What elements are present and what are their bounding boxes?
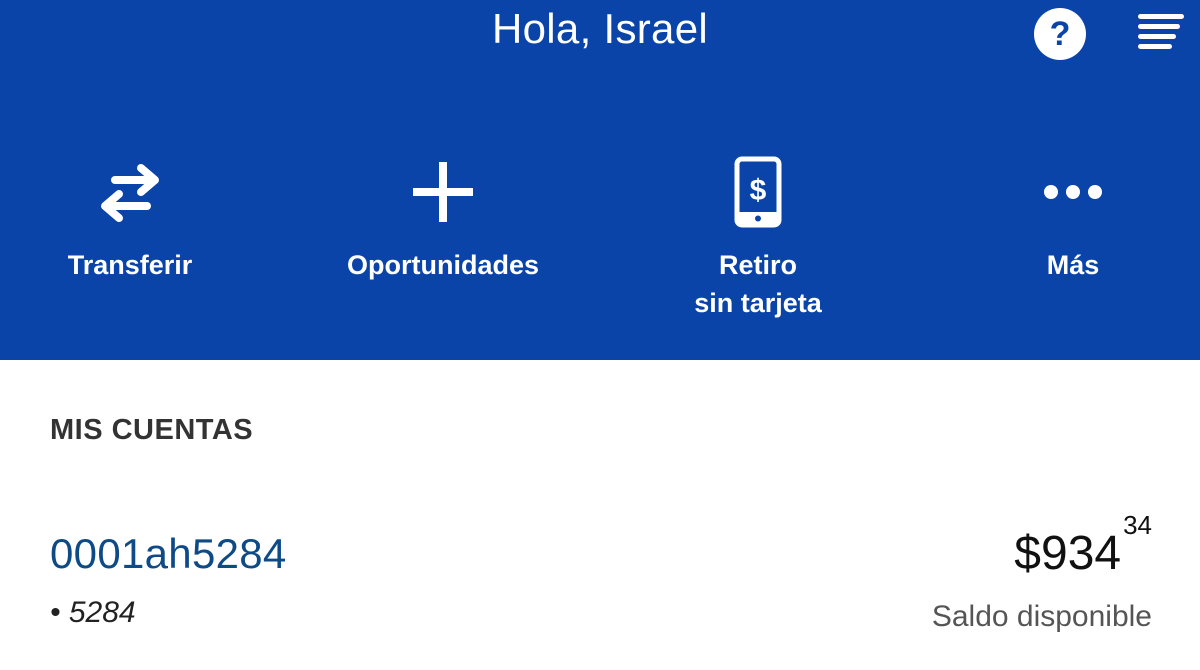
- action-label: Más: [1046, 250, 1100, 280]
- balance-cents: 34: [1123, 510, 1152, 540]
- greeting-title: Hola, Israel: [491, 5, 709, 52]
- action-retiro-sin-tarjeta[interactable]: $ Retiro sin tarjeta: [628, 152, 888, 322]
- action-label: Oportunidades: [346, 250, 539, 280]
- accounts-section: MIS CUENTAS 0001ah5284 • 5284 $93434 Sal…: [0, 360, 1200, 670]
- help-button[interactable]: ?: [1034, 8, 1086, 60]
- action-transferir[interactable]: Transferir: [0, 152, 260, 284]
- menu-button[interactable]: [1136, 12, 1186, 52]
- svg-text:$: $: [750, 174, 767, 207]
- question-icon: ?: [1049, 15, 1071, 53]
- account-name-link[interactable]: 0001ah5284: [50, 530, 287, 578]
- section-title: MIS CUENTAS: [50, 414, 254, 446]
- balance-label: Saldo disponible: [931, 600, 1152, 633]
- action-label: Transferir: [67, 250, 193, 280]
- account-masked-number: • 5284: [50, 596, 136, 629]
- account-balance: $93434: [1014, 512, 1152, 580]
- balance-amount: $934: [1014, 527, 1122, 580]
- plus-icon: [313, 152, 573, 232]
- app-header: Hola, Israel ? Transferir Oportunidades …: [0, 0, 1200, 360]
- transfer-arrows-icon: [0, 152, 260, 232]
- phone-dollar-icon: $: [628, 152, 888, 232]
- hamburger-menu-icon: [1138, 14, 1184, 49]
- action-label-line: sin tarjeta: [694, 288, 822, 318]
- action-mas[interactable]: Más: [943, 152, 1200, 284]
- action-oportunidades[interactable]: Oportunidades: [313, 152, 573, 284]
- action-label-line: Retiro: [718, 250, 797, 280]
- action-label: Retiro sin tarjeta: [628, 246, 888, 322]
- more-dots-icon: [943, 152, 1200, 232]
